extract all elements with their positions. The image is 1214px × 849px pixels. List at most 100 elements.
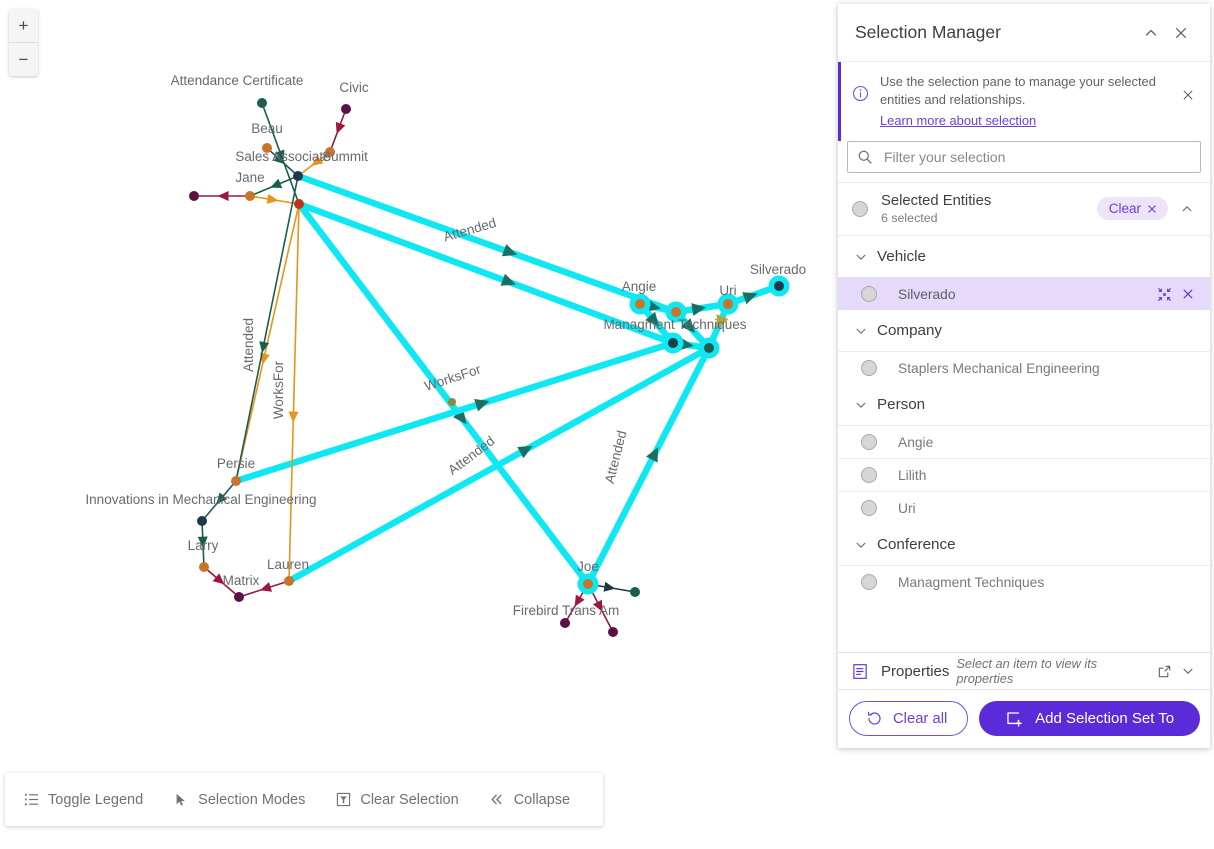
graph-node[interactable] [560,618,570,628]
bottom-toolbar[interactable]: Toggle Legend Selection Modes Clear Sele… [5,773,603,826]
panel-header: Selection Manager [838,4,1210,62]
graph-edge[interactable] [289,204,299,581]
graph-node[interactable] [294,199,304,209]
graph-node[interactable] [608,627,618,637]
zoom-in-button[interactable]: + [9,9,38,43]
graph-node-label: Angie [622,279,657,294]
edge-arrowhead [502,244,517,256]
toolbar-item-label: Collapse [514,792,570,808]
panel-collapse-button[interactable] [1136,18,1166,48]
toolbar-item-selection-modes[interactable]: Selection Modes [173,792,305,808]
entity-row[interactable]: Silverado [838,277,1210,310]
close-icon [1181,88,1195,102]
zoom-out-button[interactable]: − [9,43,38,76]
toolbar-item-collapse[interactable]: Collapse [489,792,570,808]
edge-arrowhead [267,194,279,204]
zoom-control[interactable]: + − [9,9,38,76]
entity-group-header-company[interactable]: Company [838,310,1210,351]
clear-selection-badge[interactable]: Clear [1097,197,1168,220]
graph-node[interactable] [231,476,241,486]
edge-arrowhead [218,191,229,201]
properties-strip[interactable]: Properties Select an item to view its pr… [838,652,1210,690]
graph-node[interactable] [197,516,207,526]
graph-node[interactable] [448,398,456,406]
toolbar-item-toggle-legend[interactable]: Toggle Legend [23,792,143,808]
clear-all-button[interactable]: Clear all [849,701,968,736]
graph-node[interactable] [199,562,209,572]
selection-list[interactable]: Selected Entities 6 selected Clear Vehic… [838,182,1210,652]
undo-icon [866,710,883,727]
properties-expand-button[interactable] [1176,659,1200,683]
graph-node[interactable] [234,592,244,602]
graph-node[interactable] [284,576,294,586]
chevron-down-icon [850,398,872,412]
learn-more-link[interactable]: Learn more about selection [880,112,1036,130]
graph-node[interactable] [671,307,681,317]
info-banner-text-block: Use the selection pane to manage your se… [874,73,1176,130]
graph-node[interactable] [257,98,267,108]
external-link-icon [1157,664,1172,679]
entity-label: Lilith [877,468,1200,483]
network-graph[interactable]: AttendedAttendedWorksFor WorksForAttended… [0,0,838,849]
graph-node[interactable] [668,338,678,348]
graph-node[interactable] [189,191,199,201]
selected-entities-collapse-button[interactable] [1176,202,1198,216]
entity-row[interactable]: Lilith [838,458,1210,491]
entity-group-header-conference[interactable]: Conference [838,524,1210,565]
selected-entities-header[interactable]: Selected Entities 6 selected Clear [838,183,1210,236]
chevron-down-icon [850,538,872,552]
entity-row[interactable]: Managment Techniques [838,565,1210,598]
properties-popout-button[interactable] [1152,659,1176,683]
graph-node[interactable] [341,104,351,114]
info-banner-close-button[interactable] [1176,83,1200,107]
entity-radio[interactable] [861,286,877,302]
highlighted-edges-layer [236,176,779,584]
entity-label: Angie [877,435,1200,450]
add-selection-set-button[interactable]: Add Selection Set To [979,701,1200,736]
graph-node-label: Persie [217,456,255,471]
graph-canvas[interactable]: Attended Attended WorksFor WorksFor Attended… [0,0,838,849]
entity-row[interactable]: Uri [838,491,1210,524]
graph-node[interactable] [704,343,714,353]
graph-node[interactable] [583,579,593,589]
add-box-icon [1005,710,1023,728]
graph-node[interactable] [293,171,303,181]
entity-row[interactable]: Angie [838,425,1210,458]
entity-group-header-vehicle[interactable]: Vehicle [838,236,1210,277]
entity-label: Silverado [877,287,1152,302]
edge-arrowhead [259,341,269,353]
graph-edge[interactable] [298,176,676,312]
chevron-down-icon [850,250,872,264]
toolbar-item-label: Clear Selection [360,792,458,808]
search-icon [848,149,882,165]
app-root: Attended Attended WorksFor WorksFor Attended… [0,0,1214,849]
toolbar-item-clear-selection[interactable]: Clear Selection [335,792,458,808]
entity-radio[interactable] [861,500,877,516]
selected-entities-radio[interactable] [852,201,868,217]
entity-label: Staplers Mechanical Engineering [877,361,1200,376]
entity-radio[interactable] [861,360,877,376]
clear-filter-icon [335,792,351,808]
graph-node-label: Joe [577,559,599,574]
selected-entities-title: Selected Entities [881,192,1097,210]
zoom-to-icon[interactable] [1152,282,1176,306]
graph-edge-label: WorksFor [271,360,286,419]
entity-group-label: Conference [872,536,956,553]
graph-node[interactable] [635,299,645,309]
panel-close-button[interactable] [1166,18,1196,48]
filter-box[interactable] [847,141,1201,173]
toolbar-item-label: Selection Modes [198,792,305,808]
graph-node[interactable] [630,587,640,597]
entity-row[interactable]: Staplers Mechanical Engineering [838,351,1210,384]
search-input[interactable] [882,148,1200,166]
entity-radio[interactable] [861,574,877,590]
entity-radio[interactable] [861,434,877,450]
chevron-up-icon [1143,25,1159,41]
graph-node[interactable] [723,299,733,309]
entity-label: Uri [877,501,1200,516]
entity-radio[interactable] [861,467,877,483]
graph-node[interactable] [245,191,255,201]
entity-group-header-person[interactable]: Person [838,384,1210,425]
remove-entity-button[interactable] [1176,282,1200,306]
graph-node[interactable] [774,281,784,291]
